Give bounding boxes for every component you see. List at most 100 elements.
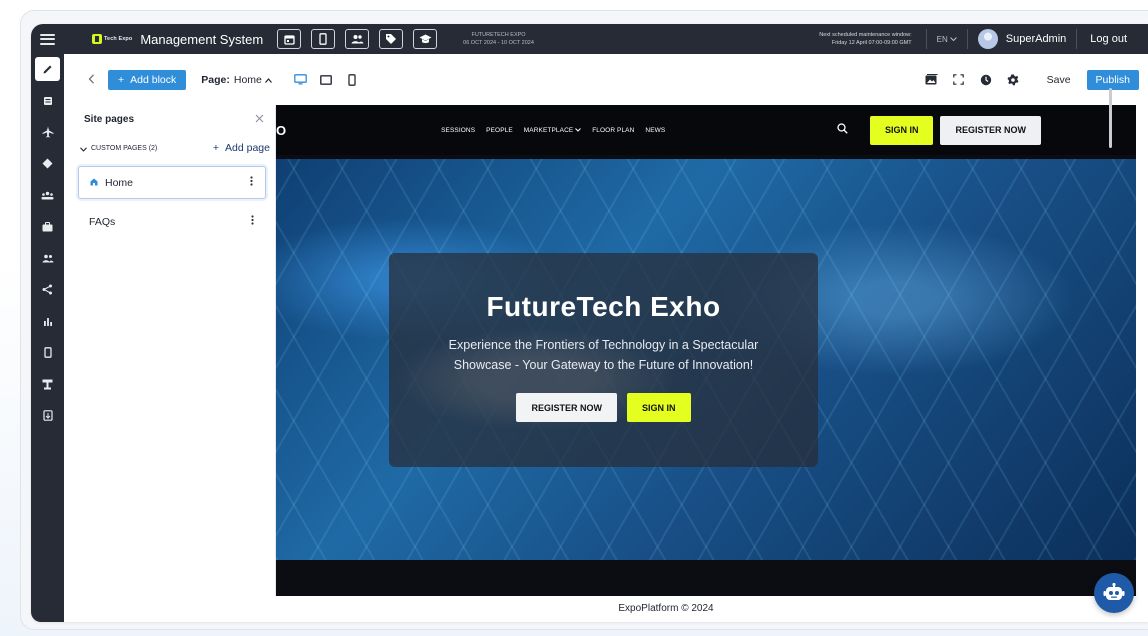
home-icon bbox=[90, 178, 98, 188]
close-panel-button[interactable] bbox=[255, 112, 264, 126]
page-selector[interactable]: Home bbox=[234, 74, 272, 86]
chevron-up-icon bbox=[264, 77, 272, 83]
search-icon bbox=[837, 123, 848, 134]
rail-item-content[interactable] bbox=[31, 85, 64, 117]
logout-button[interactable]: Log out bbox=[1077, 33, 1148, 45]
media-library-button[interactable] bbox=[925, 73, 939, 87]
people-icon bbox=[351, 35, 364, 44]
chevron-left-icon bbox=[88, 73, 94, 84]
tags-button[interactable] bbox=[379, 29, 404, 49]
chevron-down-icon bbox=[80, 147, 87, 152]
chatbot-button[interactable] bbox=[1094, 573, 1134, 613]
hero-card: FutureTech Exho Experience the Frontiers… bbox=[389, 253, 818, 467]
user-menu[interactable]: SuperAdmin bbox=[968, 29, 1077, 49]
hero-register-button[interactable]: REGISTER NOW bbox=[516, 393, 617, 422]
add-block-button[interactable]: + Add block bbox=[108, 69, 187, 90]
rail-item-share[interactable] bbox=[31, 274, 64, 306]
rail-item-travel[interactable] bbox=[31, 117, 64, 149]
save-button[interactable]: Save bbox=[1047, 74, 1071, 86]
site-sign-in-button[interactable]: SIGN IN bbox=[869, 115, 934, 145]
language-value: EN bbox=[936, 34, 948, 44]
back-button[interactable] bbox=[88, 73, 100, 87]
device-preview-toggle bbox=[293, 73, 359, 86]
editor-tools: Save Publish bbox=[925, 69, 1148, 90]
preview-scrollbar[interactable] bbox=[1109, 88, 1112, 148]
tag-icon bbox=[386, 34, 397, 44]
hero-actions: REGISTER NOW SIGN IN bbox=[389, 393, 818, 422]
chevron-down-icon bbox=[949, 36, 957, 41]
briefcase-icon bbox=[42, 221, 53, 232]
kebab-menu-icon bbox=[250, 176, 253, 186]
footer-copyright: ExpoPlatform © 2024 bbox=[618, 603, 714, 614]
tablet-view-button[interactable] bbox=[320, 74, 333, 85]
user-name: SuperAdmin bbox=[1005, 33, 1067, 45]
kiosk-icon bbox=[42, 379, 53, 390]
mobile-view-button[interactable] bbox=[346, 73, 359, 86]
pencil-icon bbox=[43, 65, 52, 73]
rail-item-groups[interactable] bbox=[31, 180, 64, 212]
file-export-icon bbox=[42, 410, 53, 422]
airplane-icon bbox=[42, 126, 53, 138]
page-preview-canvas[interactable]: O SESSIONS PEOPLE MARKETPLACE FLOOR PLAN… bbox=[276, 105, 1136, 596]
logo-icon bbox=[92, 34, 102, 44]
education-button[interactable] bbox=[413, 29, 438, 49]
rail-item-editor[interactable] bbox=[35, 57, 60, 81]
section-toggle[interactable] bbox=[80, 139, 87, 157]
mobile-icon bbox=[43, 347, 52, 359]
main-menu-button[interactable] bbox=[31, 24, 64, 54]
people-icon bbox=[42, 254, 53, 263]
rail-item-export[interactable] bbox=[31, 400, 64, 432]
hamburger-icon bbox=[40, 33, 55, 45]
history-button[interactable] bbox=[979, 73, 993, 87]
site-nav-news[interactable]: NEWS bbox=[645, 127, 665, 134]
document-icon bbox=[43, 96, 52, 105]
site-logo[interactable]: O bbox=[276, 123, 286, 138]
mobile-icon bbox=[319, 33, 327, 45]
rail-item-analytics[interactable] bbox=[31, 306, 64, 338]
image-gallery-icon bbox=[925, 74, 938, 85]
mobile-app-button[interactable] bbox=[311, 29, 336, 49]
rail-item-people[interactable] bbox=[31, 243, 64, 275]
editor-toolbar: + Add block Page: Home Save Publish bbox=[64, 54, 1148, 105]
page-label: Page: bbox=[201, 73, 230, 86]
graduation-cap-icon bbox=[419, 34, 432, 44]
page-item-faqs[interactable]: FAQs bbox=[78, 205, 266, 238]
plus-icon: + bbox=[118, 73, 125, 86]
rail-item-kiosk[interactable] bbox=[31, 369, 64, 401]
rail-item-tags[interactable] bbox=[31, 148, 64, 180]
calendar-icon bbox=[284, 34, 295, 45]
page-item-label: Home bbox=[105, 176, 134, 189]
site-nav-floor-plan[interactable]: FLOOR PLAN bbox=[592, 127, 634, 134]
tablet-icon bbox=[320, 74, 333, 85]
desktop-view-button[interactable] bbox=[293, 74, 307, 85]
publish-button[interactable]: Publish bbox=[1086, 69, 1139, 90]
custom-pages-section: CUSTOM PAGES (2) + Add page bbox=[64, 136, 275, 160]
site-nav-sessions[interactable]: SESSIONS bbox=[441, 127, 475, 134]
language-selector[interactable]: EN bbox=[927, 35, 967, 44]
robot-icon bbox=[1103, 583, 1125, 600]
rail-item-mobile[interactable] bbox=[31, 337, 64, 369]
calendar-button[interactable] bbox=[277, 29, 302, 49]
app-title: Management System bbox=[140, 31, 264, 47]
site-nav-people[interactable]: PEOPLE bbox=[486, 127, 513, 134]
site-search-button[interactable] bbox=[837, 123, 848, 137]
page-item-home[interactable]: Home bbox=[78, 166, 266, 199]
fullscreen-button[interactable] bbox=[952, 73, 966, 87]
maintenance-line-2: Friday 12 April 07:00-09:00 GMT bbox=[831, 40, 912, 46]
site-nav-marketplace[interactable]: MARKETPLACE bbox=[524, 127, 582, 134]
page-selector-value: Home bbox=[233, 73, 262, 86]
site-register-button[interactable]: REGISTER NOW bbox=[940, 115, 1041, 145]
page-options-button[interactable] bbox=[250, 176, 253, 189]
people-button[interactable] bbox=[345, 29, 370, 49]
gear-icon bbox=[1007, 74, 1019, 85]
page-options-button[interactable] bbox=[251, 215, 254, 228]
settings-button[interactable] bbox=[1006, 73, 1020, 87]
event-selector[interactable]: FUTURETECH EXPO 06 OCT 2024 - 10 OCT 202… bbox=[463, 31, 534, 47]
share-icon bbox=[42, 284, 52, 295]
add-page-button[interactable]: + Add page bbox=[213, 142, 270, 154]
brand-logo: Tech Expo bbox=[92, 34, 132, 44]
page-item-label: FAQs bbox=[89, 215, 116, 228]
rail-item-exhibitors[interactable] bbox=[31, 211, 64, 243]
hero-sign-in-button[interactable]: SIGN IN bbox=[627, 393, 691, 422]
event-dates: 06 OCT 2024 - 10 OCT 2024 bbox=[463, 40, 534, 46]
